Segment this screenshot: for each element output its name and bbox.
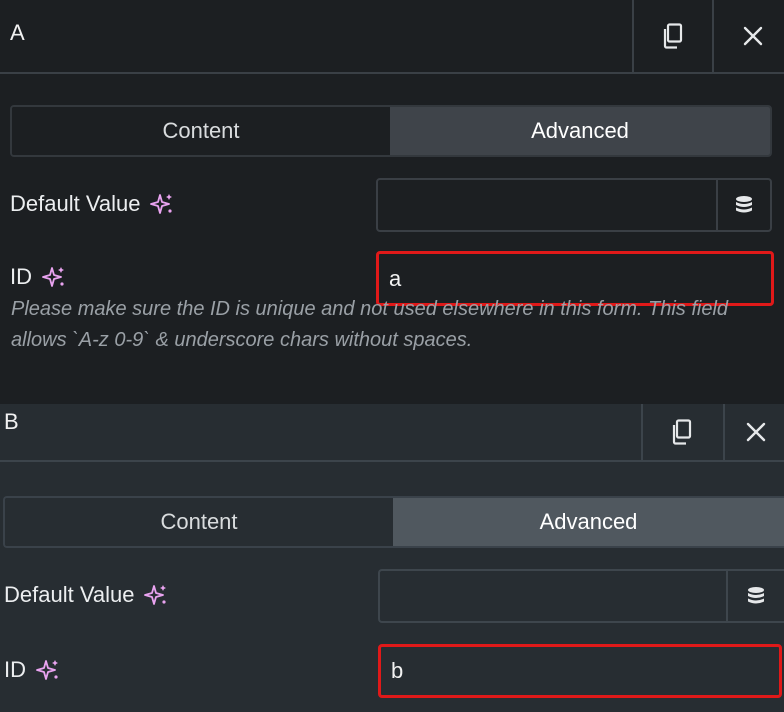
tab-advanced[interactable]: Advanced xyxy=(390,107,770,155)
close-button[interactable] xyxy=(712,0,784,72)
copy-button[interactable] xyxy=(632,0,712,72)
tab-advanced[interactable]: Advanced xyxy=(393,498,784,546)
default-value-input[interactable] xyxy=(378,180,716,230)
default-value-input[interactable] xyxy=(380,571,726,621)
tab-content[interactable]: Content xyxy=(5,498,393,546)
dynamic-tags-button[interactable] xyxy=(716,180,770,230)
copy-button[interactable] xyxy=(641,404,721,460)
id-label: ID xyxy=(4,657,60,683)
database-icon xyxy=(736,196,752,213)
tab-bar: Content Advanced xyxy=(3,496,784,548)
ai-sparkle-icon[interactable] xyxy=(144,583,168,607)
panel-a: A Content Advanced Default Value ID a Pl… xyxy=(0,0,784,404)
id-help-text: Please make sure the ID is unique and no… xyxy=(11,298,729,351)
default-value-field xyxy=(378,569,784,623)
panel-b: B Content Advanced Default Value ID b xyxy=(0,404,784,712)
default-value-label: Default Value xyxy=(4,582,168,608)
close-icon xyxy=(746,422,765,442)
default-value-label-text: Default Value xyxy=(10,191,141,216)
default-value-label: Default Value xyxy=(10,191,174,217)
id-label: ID xyxy=(10,264,66,290)
copy-icon xyxy=(663,23,683,49)
database-icon xyxy=(748,587,764,604)
id-label-text: ID xyxy=(10,264,32,289)
id-input[interactable]: b xyxy=(378,644,782,698)
ai-sparkle-icon[interactable] xyxy=(150,192,174,216)
close-icon xyxy=(743,26,763,46)
default-value-label-text: Default Value xyxy=(4,582,135,607)
panel-b-header: B xyxy=(0,404,784,462)
dynamic-tags-button[interactable] xyxy=(726,571,784,621)
panel-title: A xyxy=(10,20,25,45)
id-label-text: ID xyxy=(4,657,26,682)
ai-sparkle-icon[interactable] xyxy=(36,658,60,682)
default-value-field xyxy=(376,178,772,232)
panel-title: B xyxy=(4,409,19,434)
close-button[interactable] xyxy=(723,404,784,460)
ai-sparkle-icon[interactable] xyxy=(42,265,66,289)
tab-content[interactable]: Content xyxy=(12,107,390,155)
tab-bar: Content Advanced xyxy=(10,105,772,157)
panel-a-header: A xyxy=(0,0,784,74)
copy-icon xyxy=(672,419,692,445)
